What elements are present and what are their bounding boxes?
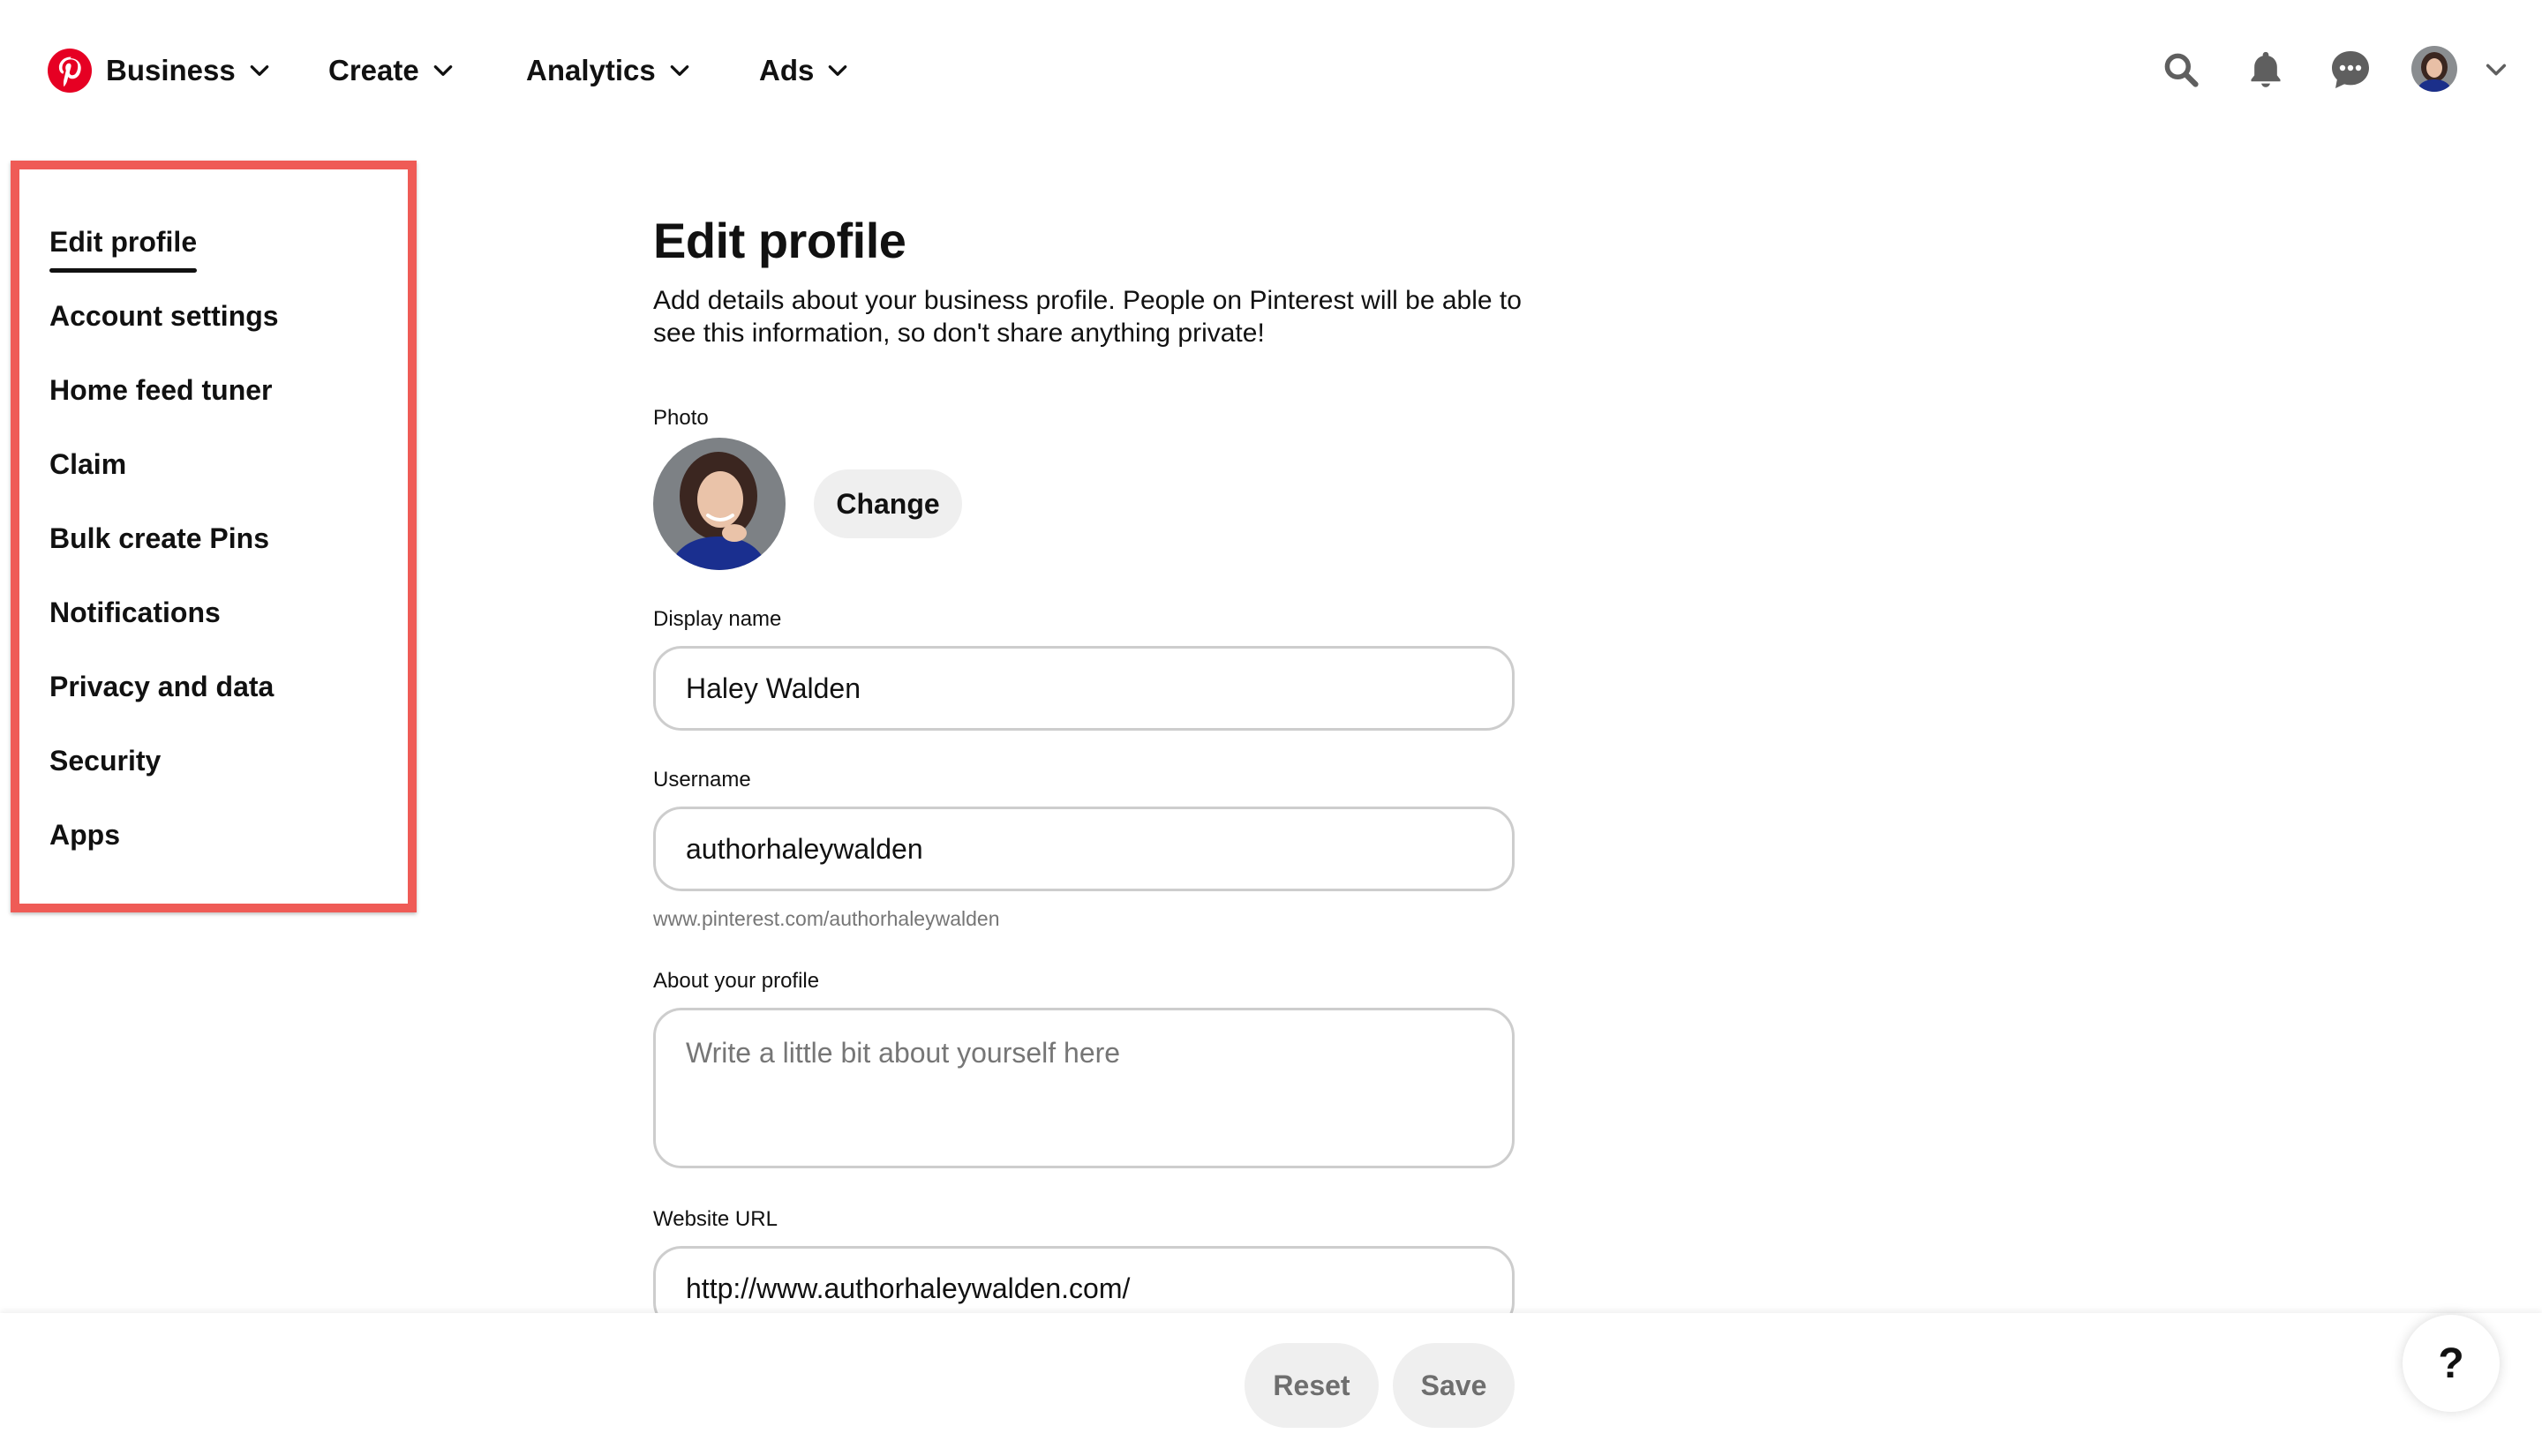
chevron-down-icon bbox=[433, 65, 453, 76]
nav-create-menu[interactable]: Create bbox=[328, 48, 455, 94]
chevron-down-icon bbox=[670, 65, 689, 76]
chevron-down-icon bbox=[2486, 64, 2507, 76]
username-url-hint: www.pinterest.com/authorhaleywalden bbox=[653, 907, 1000, 930]
messages-button[interactable] bbox=[2325, 44, 2376, 95]
pinterest-logo-icon[interactable] bbox=[48, 49, 92, 93]
search-button[interactable] bbox=[2155, 44, 2207, 95]
search-icon bbox=[2164, 53, 2199, 87]
display-name-input[interactable] bbox=[653, 646, 1515, 731]
save-button[interactable]: Save bbox=[1393, 1343, 1515, 1428]
about-profile-label: About your profile bbox=[653, 969, 820, 993]
nav-create-label: Create bbox=[328, 54, 419, 86]
chat-icon bbox=[2332, 51, 2369, 88]
nav-ads-label: Ads bbox=[759, 54, 815, 86]
photo-label: Photo bbox=[653, 406, 709, 430]
nav-business-menu[interactable]: Business bbox=[106, 48, 271, 94]
nav-analytics-label: Analytics bbox=[526, 54, 656, 86]
website-url-label: Website URL bbox=[653, 1207, 778, 1231]
nav-ads-menu[interactable]: Ads bbox=[759, 48, 849, 94]
help-button[interactable]: ? bbox=[2403, 1315, 2500, 1412]
profile-photo bbox=[653, 438, 786, 570]
sidebar-item-notifications[interactable]: Notifications bbox=[49, 597, 221, 629]
display-name-label: Display name bbox=[653, 607, 782, 631]
nav-business-label: Business bbox=[106, 54, 236, 86]
chevron-down-icon bbox=[250, 65, 269, 76]
about-profile-textarea[interactable] bbox=[653, 1008, 1515, 1168]
reset-button[interactable]: Reset bbox=[1245, 1343, 1379, 1428]
sidebar-item-account-settings[interactable]: Account settings bbox=[49, 300, 279, 333]
bell-icon bbox=[2251, 51, 2281, 87]
nav-analytics-menu[interactable]: Analytics bbox=[526, 48, 691, 94]
pinterest-p-glyph bbox=[58, 56, 81, 87]
page-description: Add details about your business profile.… bbox=[653, 286, 1522, 348]
chevron-down-icon bbox=[829, 65, 847, 76]
avatar[interactable] bbox=[2411, 46, 2457, 92]
sidebar-item-privacy-and-data[interactable]: Privacy and data bbox=[49, 671, 274, 703]
change-photo-button[interactable]: Change bbox=[814, 469, 962, 538]
sidebar-item-edit-profile[interactable]: Edit profile bbox=[49, 226, 198, 273]
sidebar-item-home-feed-tuner[interactable]: Home feed tuner bbox=[49, 374, 272, 407]
username-label: Username bbox=[653, 768, 751, 792]
sidebar-item-security[interactable]: Security bbox=[49, 745, 161, 777]
sidebar-item-apps[interactable]: Apps bbox=[49, 819, 120, 852]
username-input[interactable] bbox=[653, 807, 1515, 891]
user-avatar-image bbox=[2411, 46, 2457, 92]
top-navigation: Business Create Analytics Ads bbox=[0, 0, 2542, 141]
notifications-button[interactable] bbox=[2240, 44, 2291, 95]
page-title: Edit profile bbox=[653, 213, 906, 268]
profile-photo-image bbox=[653, 438, 786, 570]
sidebar-item-bulk-create-pins[interactable]: Bulk create Pins bbox=[49, 522, 269, 555]
account-menu-button[interactable] bbox=[2477, 44, 2516, 95]
sidebar-item-claim[interactable]: Claim bbox=[49, 448, 126, 481]
